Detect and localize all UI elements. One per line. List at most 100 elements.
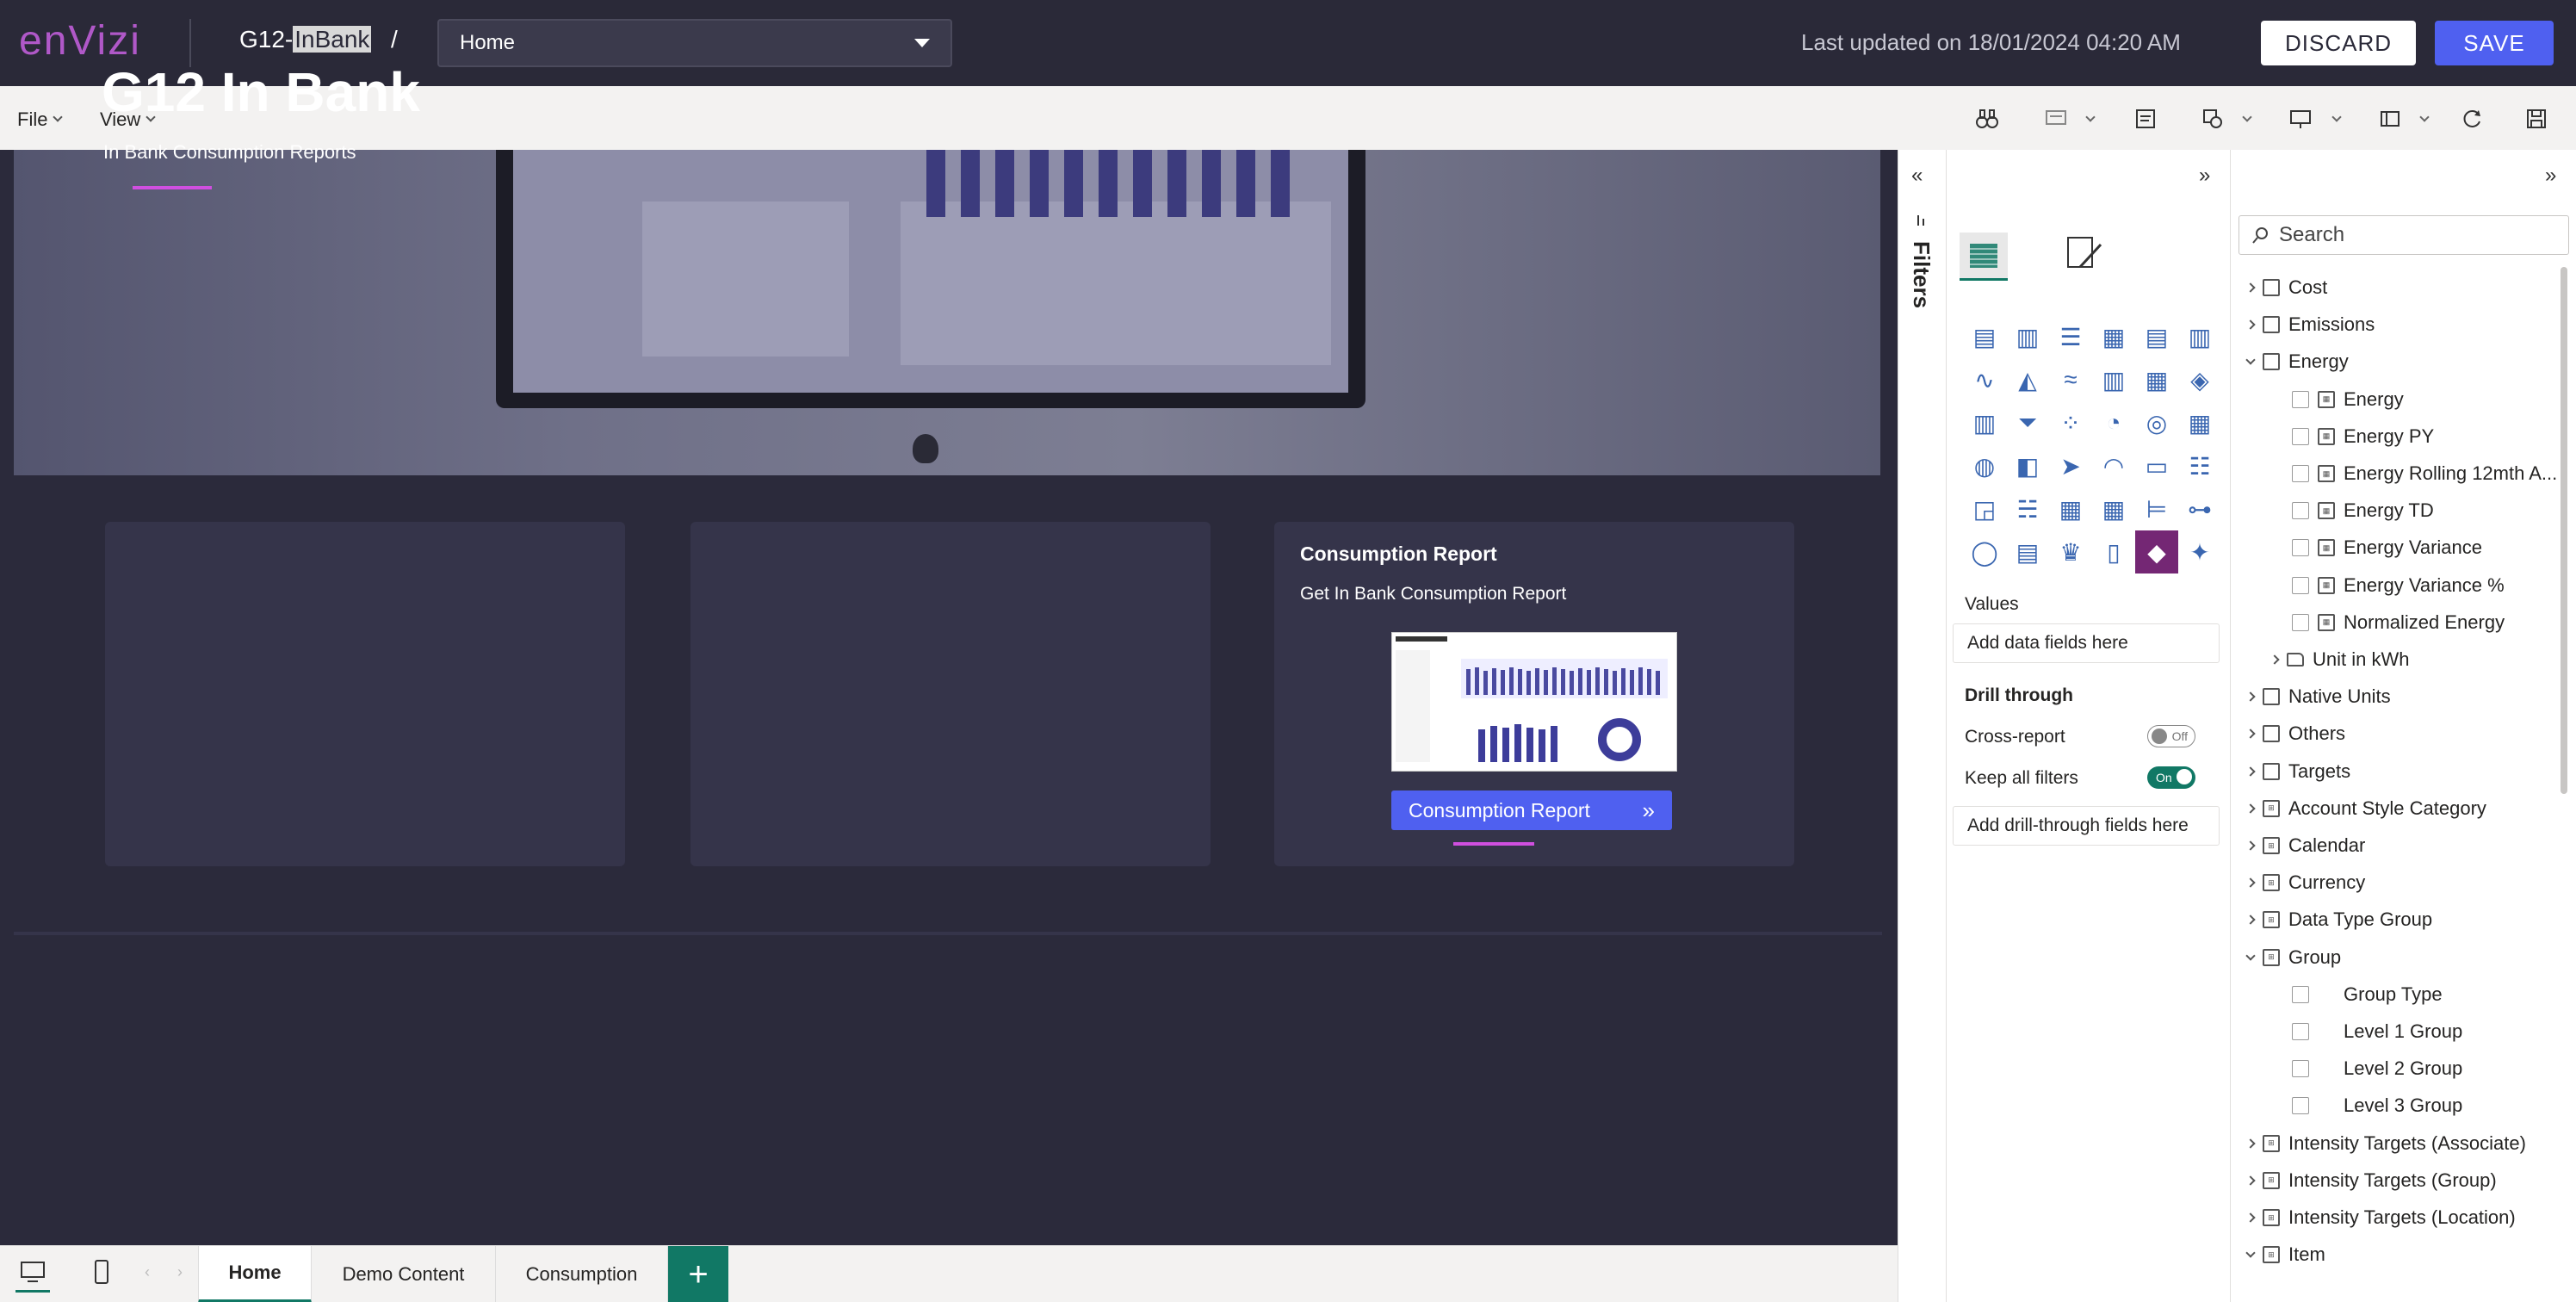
qa-icon[interactable]: ◯ — [1963, 530, 2006, 574]
field-checkbox[interactable] — [2292, 390, 2309, 408]
data-tree-item[interactable]: Level 3 Group — [2292, 1088, 2462, 1123]
shapes-icon[interactable] — [2201, 107, 2225, 131]
funnel-icon[interactable]: ⏷ — [2006, 401, 2049, 444]
collapse-left-icon[interactable]: « — [1911, 164, 1923, 188]
waterfall-icon[interactable]: ▥ — [1963, 401, 2006, 444]
area-chart-icon[interactable]: ◭ — [2006, 358, 2049, 401]
data-tree-item[interactable]: ▦ Energy Rolling 12mth A... — [2292, 456, 2557, 491]
keep-filters-toggle[interactable]: On — [2147, 766, 2195, 789]
chevron-right-icon[interactable] — [2245, 728, 2256, 740]
field-checkbox[interactable] — [2292, 576, 2309, 594]
chevron-right-icon[interactable] — [2245, 803, 2256, 814]
data-tree-item[interactable]: ⊞ Account Style Category — [2245, 791, 2486, 826]
matrix-icon[interactable]: ▦ — [2092, 487, 2135, 530]
chevron-right-icon[interactable] — [2245, 840, 2256, 851]
data-tree-item[interactable]: ⊞ Intensity Targets (Location) — [2245, 1200, 2516, 1235]
tab-demo-content[interactable]: Demo Content — [312, 1246, 496, 1302]
chevron-right-icon[interactable] — [2269, 654, 2280, 665]
format-visual-icon[interactable] — [2063, 232, 2106, 280]
data-tree-item[interactable]: ▦ Energy TD — [2292, 493, 2434, 528]
refresh-icon[interactable] — [2461, 107, 2485, 131]
stacked-bar-icon[interactable]: ▤ — [1963, 315, 2006, 358]
add-page-button[interactable]: + — [668, 1246, 728, 1302]
data-tree-item[interactable]: Native Units — [2245, 679, 2391, 714]
tab-home[interactable]: Home — [198, 1246, 312, 1302]
line-chart-icon[interactable]: ∿ — [1963, 358, 2006, 401]
save-button[interactable]: SAVE — [2435, 21, 2554, 65]
paginated-report-icon[interactable]: ▯ — [2092, 530, 2135, 574]
build-visual-tab[interactable] — [1960, 232, 2008, 281]
data-tree-item[interactable]: ⊞ Currency — [2245, 865, 2365, 900]
card-icon[interactable]: ▭ — [2135, 444, 2178, 487]
data-tree-item[interactable]: ▦ Energy PY — [2292, 419, 2434, 454]
field-checkbox[interactable] — [2292, 613, 2309, 631]
multi-row-card-icon[interactable]: ☷ — [2178, 444, 2221, 487]
scatter-icon[interactable]: ⁘ — [2049, 401, 2092, 444]
chevron-right-icon[interactable] — [2245, 766, 2256, 777]
field-checkbox[interactable] — [2292, 1060, 2309, 1078]
custom-visual-icon[interactable]: ✦ — [2178, 530, 2221, 574]
clustered-bar-icon[interactable]: ☰ — [2049, 315, 2092, 358]
data-tree-item[interactable]: ⊞ Calendar — [2245, 828, 2365, 863]
clustered-column-icon[interactable]: ▦ — [2092, 315, 2135, 358]
data-tree-item[interactable]: ⊞ Intensity Targets (Group) — [2245, 1163, 2497, 1198]
field-checkbox[interactable] — [2292, 539, 2309, 557]
data-tree-item[interactable]: Group Type — [2292, 977, 2443, 1012]
data-tree-item[interactable]: ▦ Energy Variance — [2292, 530, 2482, 565]
scroll-left-icon[interactable]: ‹ — [145, 1263, 150, 1281]
map-icon[interactable]: ◍ — [1963, 444, 2006, 487]
comment-icon[interactable] — [2044, 107, 2068, 131]
decomposition-tree-icon[interactable]: ⊶ — [2178, 487, 2221, 530]
goals-icon[interactable]: ♛ — [2049, 530, 2092, 574]
binoculars-icon[interactable] — [1975, 107, 1999, 131]
field-checkbox[interactable] — [2292, 427, 2309, 445]
data-tree-item[interactable]: Unit in kWh — [2269, 642, 2409, 677]
key-influencers-icon[interactable]: ⊨ — [2135, 487, 2178, 530]
field-checkbox[interactable] — [2292, 502, 2309, 520]
data-tree-item[interactable]: Emissions — [2245, 307, 2375, 342]
data-tree-item[interactable]: Energy — [2245, 344, 2349, 379]
save-disk-icon[interactable] — [2524, 107, 2548, 131]
chevron-right-icon[interactable] — [2245, 877, 2256, 888]
data-tree-item[interactable]: ▦ Energy — [2292, 382, 2404, 417]
tab-consumption[interactable]: Consumption — [496, 1246, 668, 1302]
stacked-area-icon[interactable]: ≈ — [2049, 358, 2092, 401]
power-apps-icon[interactable]: ◆ — [2135, 530, 2178, 574]
data-tree-item[interactable]: ⊞ Data Type Group — [2245, 902, 2432, 937]
present-icon[interactable] — [2288, 107, 2313, 131]
report-thumbnail[interactable] — [1391, 632, 1677, 772]
data-scrollbar[interactable] — [2561, 267, 2567, 794]
values-field-well[interactable]: Add data fields here — [1953, 623, 2220, 663]
mobile-view-icon[interactable] — [90, 1258, 114, 1290]
100-column-icon[interactable]: ▥ — [2178, 315, 2221, 358]
field-checkbox[interactable] — [2292, 465, 2309, 482]
consumption-report-button[interactable]: Consumption Report » — [1391, 790, 1672, 830]
chevron-down-icon[interactable] — [2245, 1248, 2256, 1258]
chevron-down-icon[interactable] — [2245, 950, 2256, 961]
narrative-icon[interactable]: ▤ — [2006, 530, 2049, 574]
stacked-column-icon[interactable]: ▥ — [2006, 315, 2049, 358]
file-menu[interactable]: File — [17, 108, 64, 131]
chevron-right-icon[interactable] — [2245, 1138, 2256, 1149]
data-tree-item[interactable]: ▦ Energy Variance % — [2292, 568, 2505, 603]
line-column-icon[interactable]: ▥ — [2092, 358, 2135, 401]
page-select[interactable]: Home — [437, 19, 952, 67]
text-box-icon[interactable] — [2133, 107, 2158, 131]
data-tree-item[interactable]: ⊞ Group — [2245, 940, 2341, 975]
data-tree-item[interactable]: Cost — [2245, 270, 2327, 305]
filled-map-icon[interactable]: ◧ — [2006, 444, 2049, 487]
table-icon[interactable]: ▦ — [2049, 487, 2092, 530]
chevron-down-icon[interactable] — [2245, 355, 2256, 366]
envizi-logo[interactable]: enVizi — [19, 17, 141, 65]
gauge-icon[interactable]: ◠ — [2092, 444, 2135, 487]
expand-right-icon[interactable]: » — [2545, 164, 2556, 188]
chevron-right-icon[interactable] — [2245, 1175, 2256, 1186]
desktop-view-icon[interactable] — [15, 1258, 50, 1293]
chevron-right-icon[interactable] — [2245, 1212, 2256, 1223]
slicer-icon[interactable]: ☵ — [2006, 487, 2049, 530]
data-search-input[interactable]: Search — [2239, 215, 2569, 255]
azure-map-icon[interactable]: ➤ — [2049, 444, 2092, 487]
chevron-right-icon[interactable] — [2245, 914, 2256, 926]
discard-button[interactable]: DISCARD — [2261, 21, 2416, 65]
kpi-icon[interactable]: ◲ — [1963, 487, 2006, 530]
